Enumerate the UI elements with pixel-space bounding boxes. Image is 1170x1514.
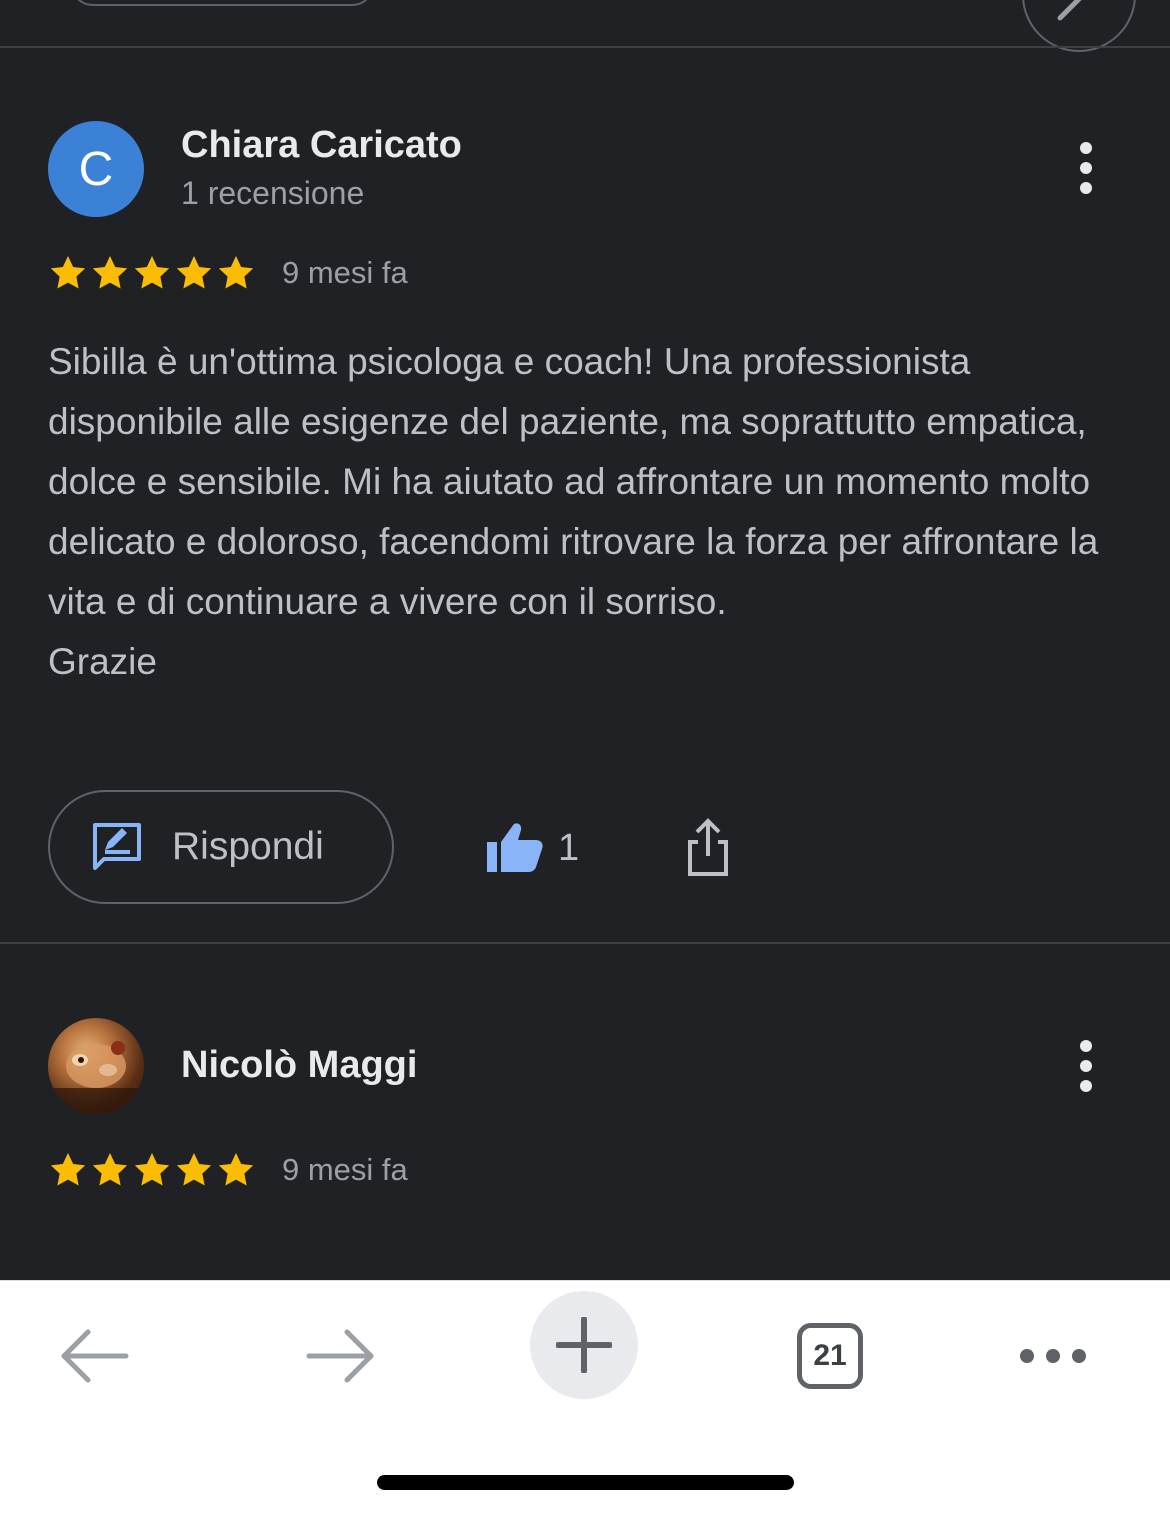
like-count: 1 bbox=[558, 826, 580, 869]
author-review-count[interactable]: 1 recensione bbox=[181, 175, 364, 212]
more-options-button[interactable] bbox=[1062, 1036, 1110, 1096]
plus-icon bbox=[556, 1317, 612, 1373]
more-vertical-icon bbox=[1080, 142, 1092, 194]
star-icon bbox=[50, 256, 86, 289]
more-vertical-icon bbox=[1080, 1040, 1092, 1092]
star-rating bbox=[48, 253, 256, 293]
forward-button[interactable] bbox=[285, 1301, 395, 1411]
star-icon bbox=[218, 256, 254, 289]
share-button[interactable] bbox=[684, 818, 732, 878]
arrow-right-icon bbox=[306, 1329, 374, 1383]
back-button[interactable] bbox=[40, 1301, 150, 1411]
profile-photo bbox=[48, 1041, 144, 1114]
divider bbox=[0, 46, 1170, 48]
more-options-button[interactable] bbox=[1062, 138, 1110, 198]
write-review-button[interactable] bbox=[1022, 0, 1136, 52]
avatar[interactable]: C bbox=[48, 121, 144, 217]
reply-icon bbox=[93, 823, 141, 870]
star-icon bbox=[218, 1153, 254, 1186]
reply-label: Rispondi bbox=[172, 825, 324, 868]
previous-review-partial bbox=[0, 0, 1170, 52]
star-icon bbox=[176, 256, 212, 289]
star-icon bbox=[176, 1153, 212, 1186]
rating-row: 9 mesi fa bbox=[48, 1150, 408, 1190]
like-button[interactable]: 1 bbox=[486, 818, 579, 878]
reply-button[interactable]: Rispondi bbox=[48, 790, 394, 904]
more-horizontal-icon bbox=[1020, 1349, 1086, 1363]
pencil-icon bbox=[1057, 0, 1082, 21]
review-paragraph: Sibilla è un'ottima psicologa e coach! U… bbox=[48, 341, 1099, 622]
avatar[interactable] bbox=[48, 1018, 144, 1114]
new-tab-button[interactable] bbox=[530, 1291, 638, 1399]
previous-reply-button[interactable] bbox=[70, 0, 375, 6]
star-icon bbox=[134, 1153, 170, 1186]
star-icon bbox=[50, 1153, 86, 1186]
arrow-left-icon bbox=[61, 1329, 129, 1383]
share-icon bbox=[688, 818, 728, 876]
thumbs-up-icon bbox=[487, 823, 543, 872]
tabs-button[interactable]: 21 bbox=[775, 1301, 885, 1411]
author-name[interactable]: Nicolò Maggi bbox=[181, 1044, 417, 1087]
star-icon bbox=[134, 256, 170, 289]
review-paragraph: Grazie bbox=[48, 641, 157, 682]
star-rating bbox=[48, 1150, 256, 1190]
home-indicator bbox=[377, 1475, 794, 1490]
page: C Chiara Caricato 1 recensione 9 mesi fa… bbox=[0, 0, 1170, 1514]
author-name[interactable]: Chiara Caricato bbox=[181, 124, 462, 167]
star-icon bbox=[92, 1153, 128, 1186]
tab-count: 21 bbox=[797, 1323, 863, 1389]
browser-toolbar: 21 bbox=[0, 1280, 1170, 1514]
divider bbox=[0, 942, 1170, 944]
rating-row: 9 mesi fa bbox=[48, 253, 408, 293]
browser-menu-button[interactable] bbox=[998, 1301, 1108, 1411]
star-icon bbox=[92, 256, 128, 289]
review-time: 9 mesi fa bbox=[282, 255, 408, 290]
review-text: Sibilla è un'ottima psicologa e coach! U… bbox=[48, 332, 1128, 692]
review-time: 9 mesi fa bbox=[282, 1152, 408, 1187]
